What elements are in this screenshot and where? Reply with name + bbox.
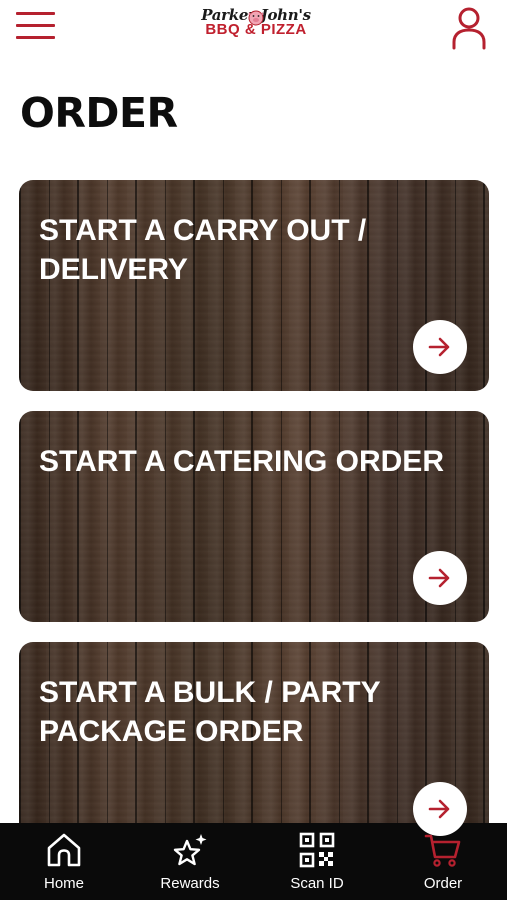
- page-title: ORDER: [20, 89, 178, 137]
- tab-scan-id-label: Scan ID: [290, 875, 344, 892]
- card-arrow-button[interactable]: [413, 551, 467, 605]
- bulk-party-package-card[interactable]: START A BULK / PARTY PACKAGE ORDER: [19, 642, 489, 853]
- tab-rewards-label: Rewards: [160, 875, 220, 892]
- card-arrow-button[interactable]: [413, 320, 467, 374]
- arrow-right-icon: [428, 568, 450, 588]
- user-profile-icon[interactable]: [450, 6, 488, 50]
- arrow-right-icon: [428, 799, 450, 819]
- card-title: START A CATERING ORDER: [39, 445, 444, 478]
- card-title: START A BULK / PARTY PACKAGE ORDER: [39, 676, 381, 748]
- arrow-right-icon: [428, 337, 450, 357]
- tab-home[interactable]: Home: [1, 823, 127, 900]
- carry-out-delivery-card[interactable]: START A CARRY OUT / DELIVERY: [19, 180, 489, 391]
- tab-rewards[interactable]: Rewards: [127, 823, 253, 900]
- qr-code-icon: [299, 832, 335, 868]
- hamburger-menu-icon[interactable]: [16, 12, 56, 42]
- brand-logo[interactable]: Parker John's BBQ & PIZZA: [188, 6, 324, 48]
- tab-scan-id[interactable]: Scan ID: [254, 823, 380, 900]
- app-header: Parker John's BBQ & PIZZA: [0, 0, 507, 60]
- tab-order-label: Order: [423, 875, 463, 892]
- rewards-star-icon: [173, 834, 207, 866]
- home-icon: [47, 833, 81, 867]
- catering-order-card[interactable]: START A CATERING ORDER: [19, 411, 489, 622]
- card-arrow-button[interactable]: [413, 782, 467, 836]
- cart-icon: [424, 834, 461, 867]
- tab-home-label: Home: [43, 875, 84, 892]
- pig-logo-icon: [248, 10, 264, 26]
- card-title: START A CARRY OUT / DELIVERY: [39, 214, 367, 286]
